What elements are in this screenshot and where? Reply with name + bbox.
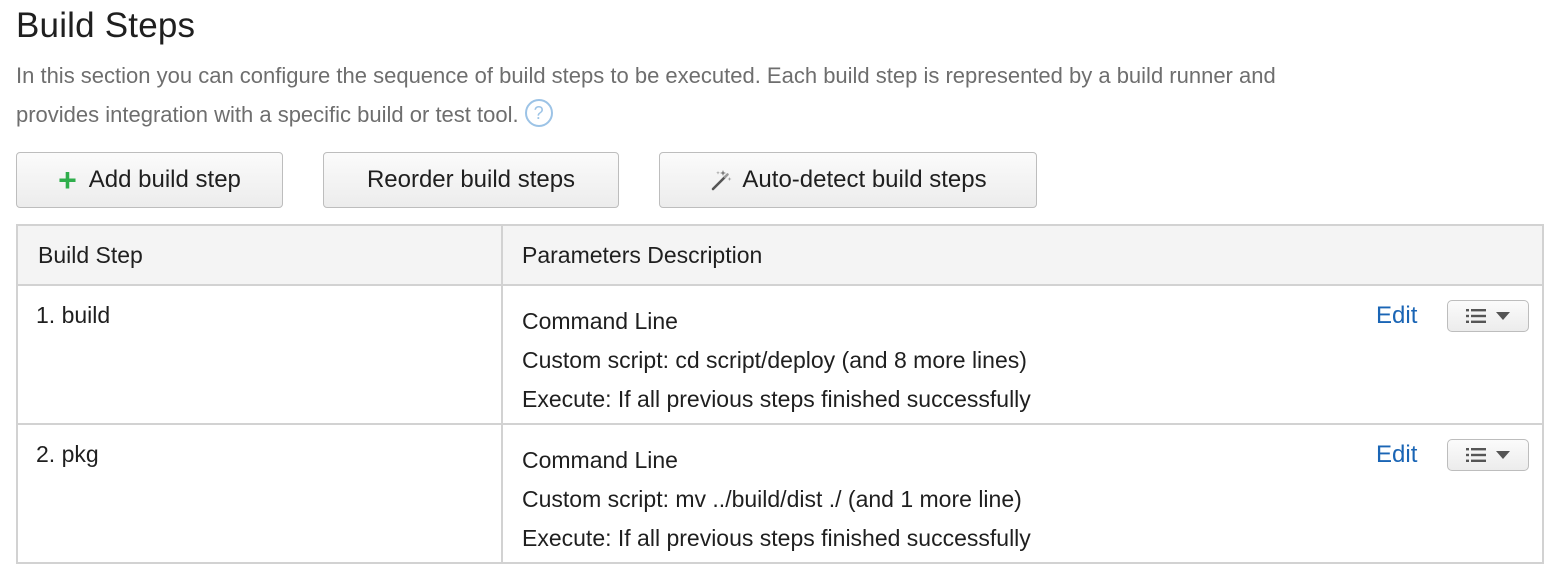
- plus-icon: +: [58, 162, 77, 198]
- magic-wand-icon: [712, 170, 732, 191]
- column-header-build-step: Build Step: [38, 242, 143, 268]
- step-script: Custom script: mv ../build/dist ./ (and …: [522, 486, 1022, 512]
- step-name[interactable]: 2. pkg: [36, 441, 99, 468]
- auto-detect-build-steps-button[interactable]: Auto-detect build steps: [659, 152, 1037, 208]
- add-build-step-button[interactable]: + Add build step: [16, 152, 283, 208]
- column-divider: [501, 226, 503, 562]
- step-execute: Execute: If all previous steps finished …: [522, 525, 1031, 551]
- chevron-down-icon: [1496, 311, 1510, 320]
- step-parameters: Command Line Custom script: mv ../build/…: [522, 441, 1031, 558]
- question-circle-icon[interactable]: ?: [524, 99, 553, 128]
- table-header: Build Step Parameters Description: [18, 226, 1542, 286]
- edit-link[interactable]: Edit: [1376, 441, 1417, 469]
- section-description: In this section you can configure the se…: [16, 56, 1306, 134]
- step-script: Custom script: cd script/deploy (and 8 m…: [522, 347, 1027, 373]
- edit-link[interactable]: Edit: [1376, 302, 1417, 330]
- page-title: Build Steps: [16, 6, 196, 45]
- reorder-build-steps-button[interactable]: Reorder build steps: [323, 152, 619, 208]
- list-icon: [1466, 448, 1486, 462]
- step-parameters: Command Line Custom script: cd script/de…: [522, 302, 1031, 419]
- column-header-parameters-description: Parameters Description: [522, 242, 763, 268]
- add-build-step-label: Add build step: [88, 166, 241, 193]
- table-row: 2. pkg Command Line Custom script: mv ..…: [18, 425, 1542, 564]
- list-icon: [1466, 309, 1486, 323]
- table-row: 1. build Command Line Custom script: cd …: [18, 286, 1542, 425]
- step-execute: Execute: If all previous steps finished …: [522, 386, 1031, 412]
- step-runner: Command Line: [522, 308, 678, 334]
- reorder-build-steps-label: Reorder build steps: [366, 166, 576, 193]
- step-actions-menu-button[interactable]: [1447, 439, 1529, 471]
- build-steps-table: Build Step Parameters Description 1. bui…: [16, 224, 1544, 564]
- description-text: In this section you can configure the se…: [16, 63, 1276, 127]
- step-actions-menu-button[interactable]: [1447, 300, 1529, 332]
- step-runner: Command Line: [522, 447, 678, 473]
- auto-detect-build-steps-label: Auto-detect build steps: [742, 166, 987, 193]
- chevron-down-icon: [1496, 450, 1510, 459]
- step-name[interactable]: 1. build: [36, 302, 110, 329]
